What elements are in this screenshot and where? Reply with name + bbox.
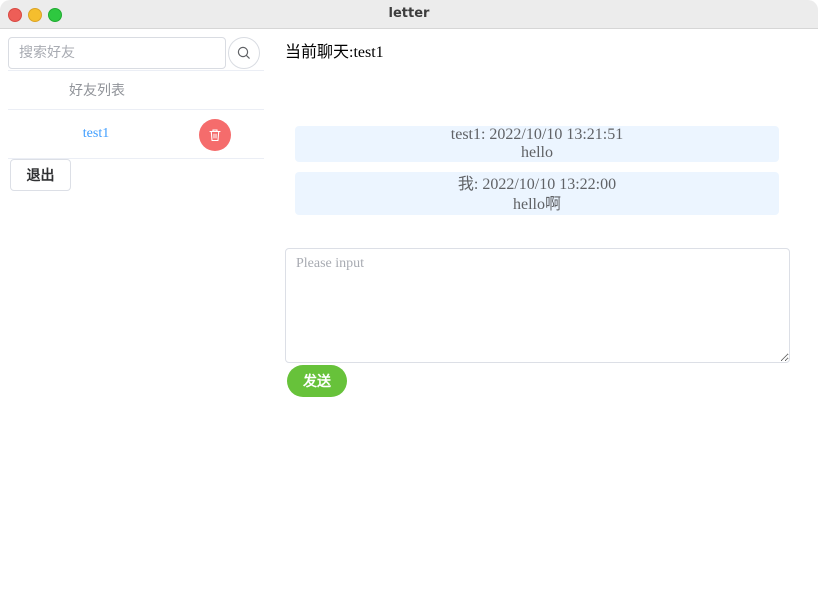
message-content: hello xyxy=(521,144,553,161)
window-title: letter xyxy=(388,6,430,21)
sidebar: 好友列表 test1 退出 xyxy=(0,29,265,603)
send-button[interactable]: 发送 xyxy=(287,365,347,397)
trash-icon xyxy=(209,129,221,142)
search-friends-input[interactable] xyxy=(8,37,226,69)
chat-message: test1: 2022/10/10 13:21:51 hello xyxy=(295,126,779,162)
app-window: letter 好友列表 test1 退出 xyxy=(0,0,818,603)
title-bar: letter xyxy=(0,0,818,29)
message-content: hello啊 xyxy=(513,196,561,213)
message-meta: 我: 2022/10/10 13:22:00 xyxy=(457,176,617,193)
friends-list-header: 好友列表 xyxy=(8,70,264,110)
current-chat-title: 当前聊天:test1 xyxy=(285,44,384,61)
friends-list-header-label: 好友列表 xyxy=(69,83,125,99)
friend-name-test1[interactable]: test1 xyxy=(8,110,184,158)
message-input[interactable] xyxy=(285,248,790,363)
search-button[interactable] xyxy=(228,37,260,69)
search-icon xyxy=(237,46,250,59)
message-meta: test1: 2022/10/10 13:21:51 xyxy=(450,126,624,143)
chat-message: 我: 2022/10/10 13:22:00 hello啊 xyxy=(295,172,779,215)
logout-button[interactable]: 退出 xyxy=(10,159,71,191)
delete-friend-button[interactable] xyxy=(199,119,231,151)
friend-row: test1 xyxy=(8,110,264,159)
